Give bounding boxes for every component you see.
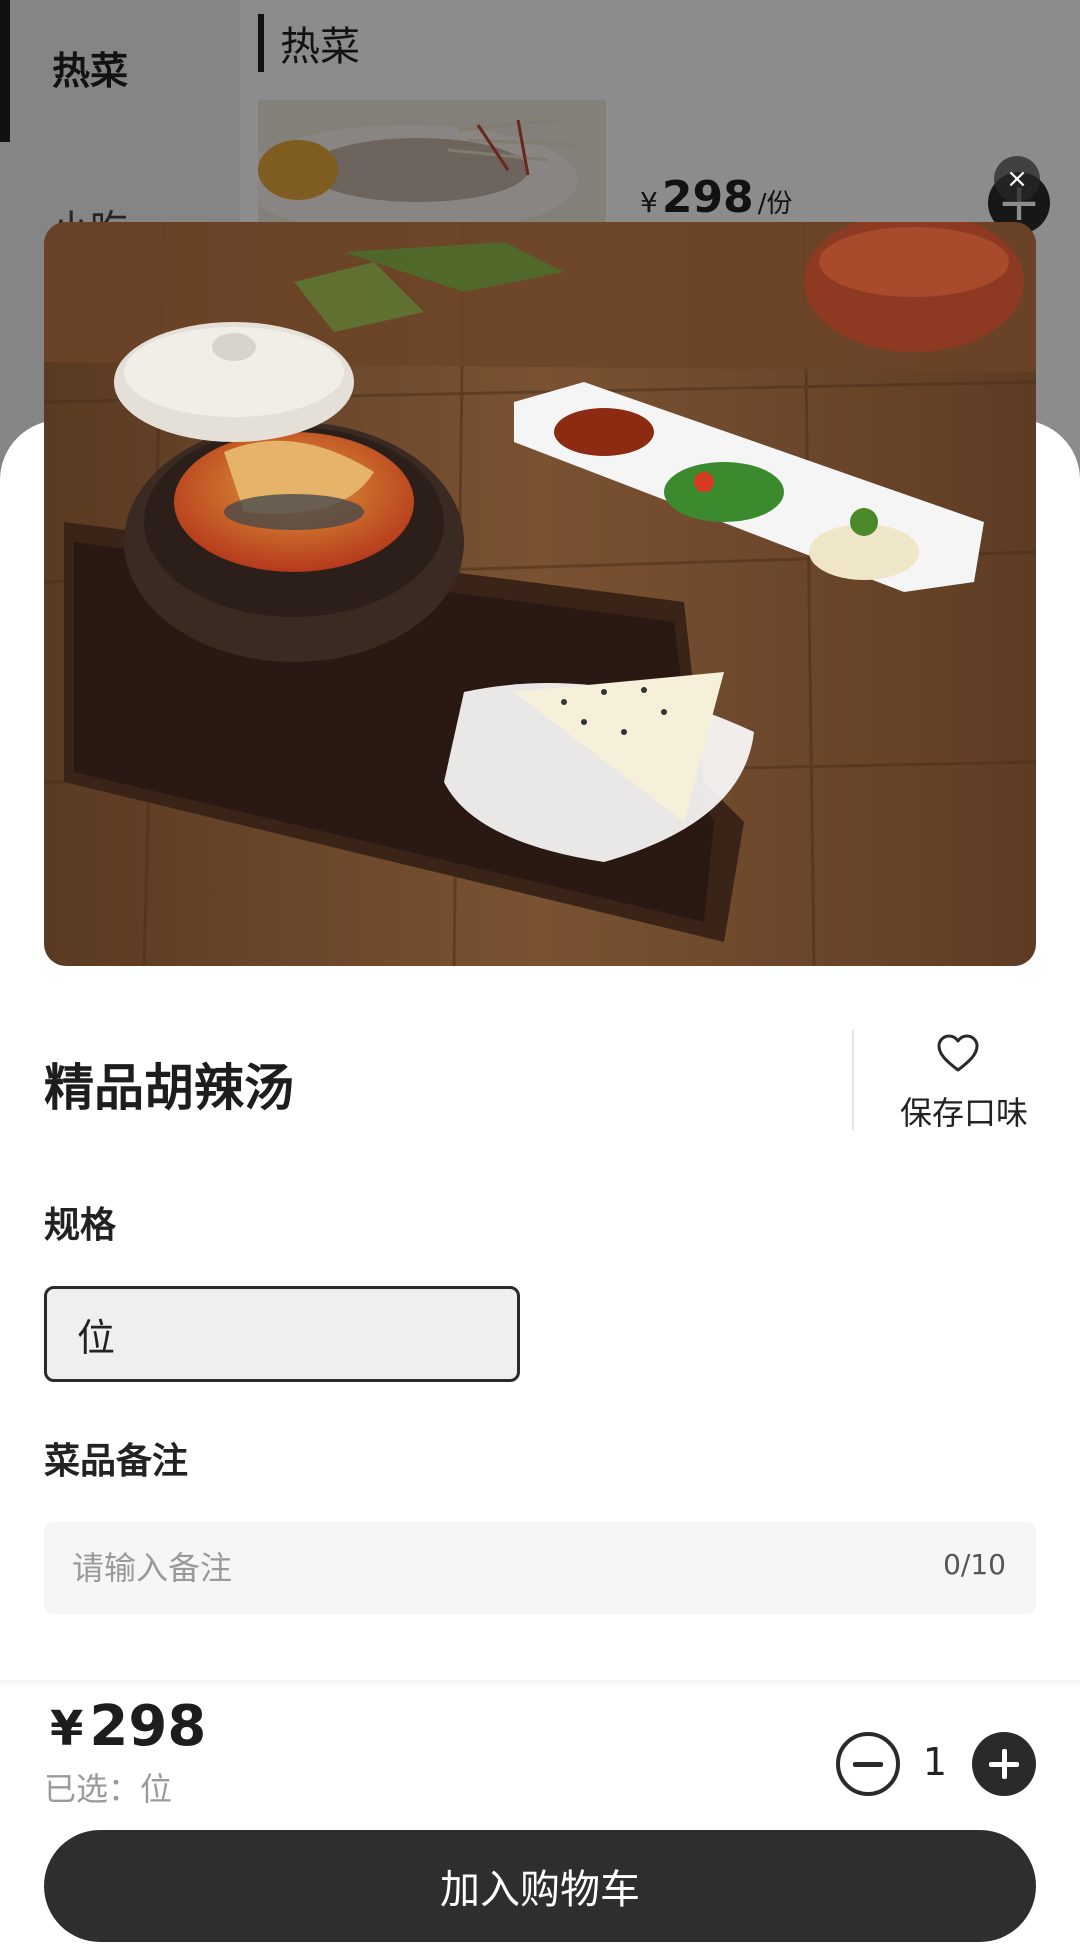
total-price-currency: ¥ <box>50 1701 84 1757</box>
spec-label: 规格 <box>44 1205 117 1246</box>
app-root: 热菜 小吃 热菜 ¥ 298 /份 + × <box>0 0 1080 1959</box>
quantity-increase-button[interactable] <box>972 1732 1036 1796</box>
hot-spicy-soup-photo <box>44 222 1036 966</box>
spec-option-selected[interactable]: 位 <box>44 1286 520 1382</box>
quantity-decrease-button[interactable] <box>836 1732 900 1796</box>
dish-note-label: 菜品备注 <box>44 1441 189 1482</box>
dish-note-char-count: 0/10 <box>943 1548 1006 1581</box>
plus-icon-vertical <box>1001 1749 1007 1779</box>
selected-spec-summary: 已选：位 <box>44 1770 173 1808</box>
total-price-value: 298 <box>89 1694 207 1759</box>
close-sheet-button[interactable]: × <box>994 156 1040 202</box>
close-icon: × <box>1006 164 1028 194</box>
heart-outline-icon <box>937 1034 979 1072</box>
dish-note-input[interactable] <box>72 1522 892 1614</box>
quantity-value: 1 <box>922 1740 948 1784</box>
save-flavor-label: 保存口味 <box>900 1094 1029 1132</box>
add-to-cart-button[interactable]: 加入购物车 <box>44 1830 1036 1942</box>
minus-icon <box>853 1761 883 1767</box>
save-flavor-button[interactable]: 保存口味 <box>880 1030 1060 1132</box>
dish-hero-image <box>44 222 1036 966</box>
footer-divider <box>0 1680 1080 1688</box>
dish-note-field[interactable]: 0/10 <box>44 1522 1036 1614</box>
dish-name: 精品胡辣汤 <box>44 1059 294 1117</box>
favorite-divider <box>852 1030 854 1130</box>
total-price: ¥ 298 <box>50 1694 206 1759</box>
